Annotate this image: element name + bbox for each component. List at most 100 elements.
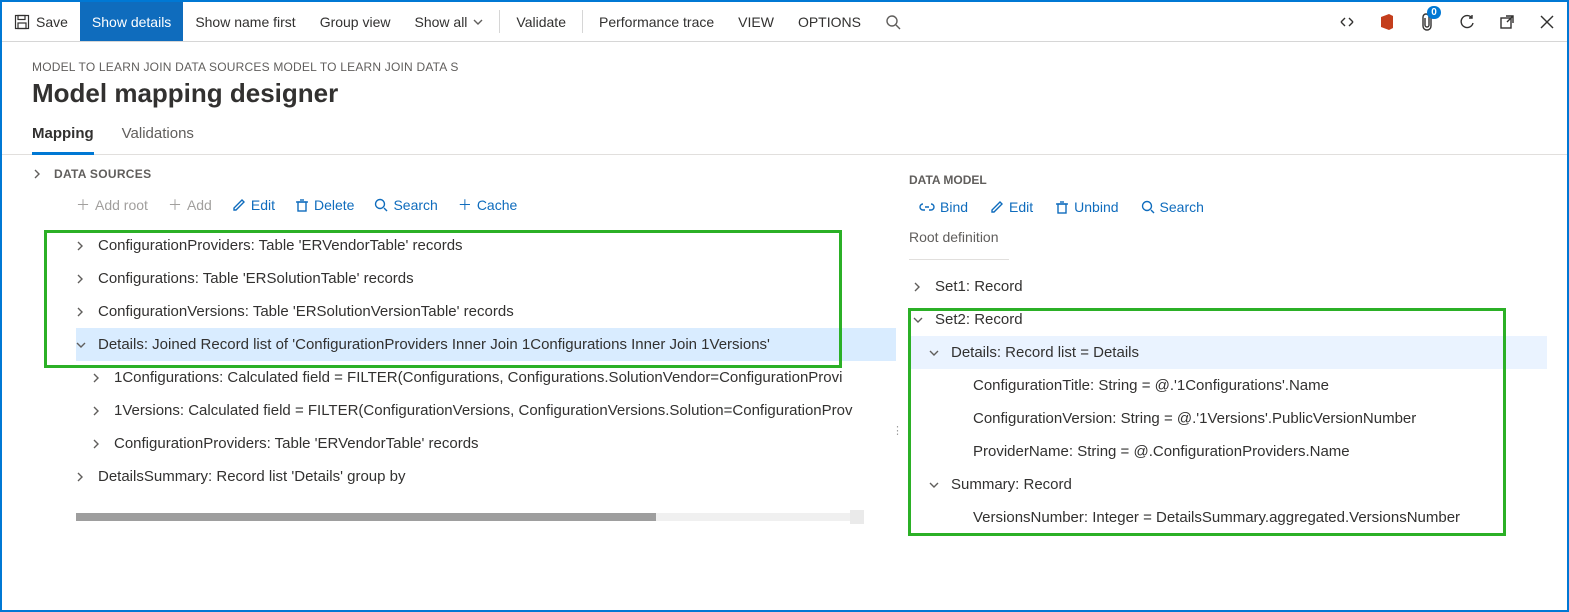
validate-button[interactable]: Validate xyxy=(504,2,578,41)
add-label: Add xyxy=(187,197,212,213)
search-action[interactable]: Search xyxy=(374,195,437,215)
delete-label: Delete xyxy=(314,197,354,213)
edit-action[interactable]: Edit xyxy=(990,199,1033,215)
show-details-button[interactable]: Show details xyxy=(80,2,183,41)
pencil-icon xyxy=(990,200,1004,214)
options-menu[interactable]: OPTIONS xyxy=(786,2,873,41)
dm-node[interactable]: VersionsNumber: Integer = DetailsSummary… xyxy=(909,501,1547,534)
edit-label: Edit xyxy=(251,197,275,213)
tab-validations-label: Validations xyxy=(122,125,194,142)
edit-action[interactable]: Edit xyxy=(232,195,275,215)
edit-label: Edit xyxy=(1009,199,1033,215)
search-icon xyxy=(1141,200,1155,214)
tree-node-label: Details: Joined Record list of 'Configur… xyxy=(98,336,770,353)
trash-icon xyxy=(295,198,309,212)
chevron-down-icon xyxy=(473,17,483,27)
tab-mapping[interactable]: Mapping xyxy=(32,125,94,155)
chevron-down-icon xyxy=(913,316,927,324)
data-sources-actions: ＋ Add root ＋ Add Edit Dele xyxy=(32,189,897,229)
tabs: Mapping Validations xyxy=(2,115,1567,155)
tree-node[interactable]: 1Configurations: Calculated field = FILT… xyxy=(76,361,896,394)
tree-node-label: ConfigurationVersions: Table 'ERSolution… xyxy=(98,303,514,320)
refresh-icon[interactable] xyxy=(1447,2,1487,41)
tree-node[interactable]: DetailsSummary: Record list 'Details' gr… xyxy=(76,460,896,493)
dm-node[interactable]: ConfigurationVersion: String = @.'1Versi… xyxy=(909,402,1547,435)
link-icon xyxy=(919,201,935,213)
save-button[interactable]: Save xyxy=(2,2,80,41)
options-label: OPTIONS xyxy=(798,14,861,30)
divider xyxy=(909,259,1009,260)
popout-icon[interactable] xyxy=(1487,2,1527,41)
unbind-label: Unbind xyxy=(1074,199,1118,215)
dm-node[interactable]: ConfigurationTitle: String = @.'1Configu… xyxy=(909,369,1547,402)
perf-trace-label: Performance trace xyxy=(599,14,714,30)
bind-label: Bind xyxy=(940,199,968,215)
validate-label: Validate xyxy=(516,14,566,30)
delete-action[interactable]: Delete xyxy=(295,195,354,215)
dm-node-label: ConfigurationVersion: String = @.'1Versi… xyxy=(973,410,1416,427)
chevron-right-icon xyxy=(92,373,106,383)
tree-node-details[interactable]: Details: Joined Record list of 'Configur… xyxy=(76,328,896,361)
close-icon[interactable] xyxy=(1527,2,1567,41)
dm-node[interactable]: Summary: Record xyxy=(909,468,1547,501)
save-icon xyxy=(14,14,30,30)
scrollbar-thumb[interactable] xyxy=(76,513,656,521)
view-menu[interactable]: VIEW xyxy=(726,2,786,41)
tree-node[interactable]: ConfigurationVersions: Table 'ERSolution… xyxy=(76,295,896,328)
show-all-dropdown[interactable]: Show all xyxy=(403,2,496,41)
tree-node[interactable]: 1Versions: Calculated field = FILTER(Con… xyxy=(76,394,896,427)
chevron-down-icon xyxy=(929,349,943,357)
add-action[interactable]: ＋ Add xyxy=(168,195,212,215)
toolbar-search-button[interactable] xyxy=(873,2,913,41)
cache-label: Cache xyxy=(477,197,517,213)
bind-action[interactable]: Bind xyxy=(919,199,968,215)
connector-icon[interactable] xyxy=(1327,2,1367,41)
search-label: Search xyxy=(393,197,437,213)
tree-node[interactable]: ConfigurationProviders: Table 'ERVendorT… xyxy=(76,427,896,460)
tree-node-label: ConfigurationProviders: Table 'ERVendorT… xyxy=(98,237,463,254)
chevron-right-icon xyxy=(76,472,90,482)
dm-node-details[interactable]: Details: Record list = Details xyxy=(909,336,1547,369)
dm-node[interactable]: Set1: Record xyxy=(909,270,1547,303)
attachments-icon[interactable]: 0 xyxy=(1407,2,1447,41)
chevron-right-icon xyxy=(92,439,106,449)
toolbar-separator xyxy=(582,10,583,33)
tree-node[interactable]: Configurations: Table 'ERSolutionTable' … xyxy=(76,262,896,295)
add-root-action[interactable]: ＋ Add root xyxy=(76,195,148,215)
search-icon xyxy=(374,198,388,212)
toolbar: Save Show details Show name first Group … xyxy=(2,2,1567,42)
search-label: Search xyxy=(1160,199,1204,215)
dm-node[interactable]: ProviderName: String = @.ConfigurationPr… xyxy=(909,435,1547,468)
office-icon[interactable] xyxy=(1367,2,1407,41)
unbind-action[interactable]: Unbind xyxy=(1055,199,1118,215)
group-view-button[interactable]: Group view xyxy=(308,2,403,41)
dm-node-label: ProviderName: String = @.ConfigurationPr… xyxy=(973,443,1350,460)
perf-trace-button[interactable]: Performance trace xyxy=(587,2,726,41)
dm-node-label: Summary: Record xyxy=(951,476,1072,493)
dm-node[interactable]: Set2: Record xyxy=(909,303,1547,336)
tree-node-label: ConfigurationProviders: Table 'ERVendorT… xyxy=(114,435,479,452)
data-sources-title: DATA SOURCES xyxy=(54,167,151,181)
plus-icon: ＋ xyxy=(458,195,472,215)
tab-validations[interactable]: Validations xyxy=(122,125,194,154)
horizontal-scrollbar[interactable] xyxy=(76,507,864,525)
plus-icon: ＋ xyxy=(76,195,90,215)
chevron-down-icon xyxy=(76,341,90,349)
dm-node-label: VersionsNumber: Integer = DetailsSummary… xyxy=(973,509,1460,526)
show-details-label: Show details xyxy=(92,14,171,30)
data-model-panel: DATA MODEL Bind Edit xyxy=(897,155,1567,603)
tree-node-label: 1Configurations: Calculated field = FILT… xyxy=(114,369,842,386)
search-action[interactable]: Search xyxy=(1141,199,1204,215)
dm-node-label: Set2: Record xyxy=(935,311,1023,328)
chevron-down-icon xyxy=(929,481,943,489)
tree-node[interactable]: ConfigurationProviders: Table 'ERVendorT… xyxy=(76,229,896,262)
show-name-first-button[interactable]: Show name first xyxy=(183,2,307,41)
save-label: Save xyxy=(36,14,68,30)
cache-action[interactable]: ＋ Cache xyxy=(458,195,517,215)
data-sources-panel: DATA SOURCES ＋ Add root ＋ Add Edit xyxy=(2,155,897,603)
data-model-actions: Bind Edit Unbind xyxy=(909,195,1547,225)
dm-node-label: Details: Record list = Details xyxy=(951,344,1139,361)
splitter-handle[interactable]: ⋮ xyxy=(892,424,903,437)
collapse-panel-icon[interactable] xyxy=(32,169,46,179)
plus-icon: ＋ xyxy=(168,195,182,215)
